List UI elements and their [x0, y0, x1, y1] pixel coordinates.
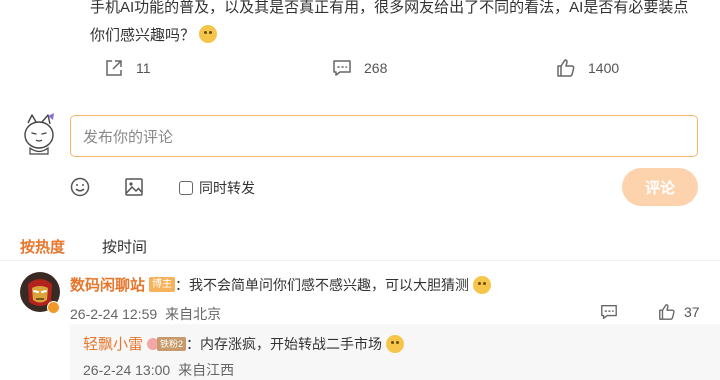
fan-level-badge: 铁粉2	[147, 336, 187, 352]
my-avatar	[20, 113, 58, 155]
reply-username[interactable]: 轻飘小雷	[83, 333, 143, 354]
tab-sort-by-time[interactable]: 按时间	[102, 236, 147, 257]
emoji-picker-button[interactable]	[70, 177, 90, 202]
post-text-line-last: 你们感兴趣吗？	[90, 22, 710, 50]
reply-line: 轻飘小雷 铁粉2 ：内存涨疯，开始转战二手市场	[83, 333, 405, 354]
fan-level-label: 铁粉2	[157, 336, 187, 351]
comment-button[interactable]: 268	[332, 58, 387, 78]
blogger-tag: 博主	[149, 277, 176, 292]
submit-comment-button[interactable]: 评论	[622, 168, 698, 206]
comment-input[interactable]: 发布你的评论	[70, 115, 698, 157]
post-action-bar: 11 268 1400	[0, 56, 720, 82]
comment-username[interactable]: 数码闲聊站	[70, 274, 145, 295]
like-button[interactable]: 1400	[556, 58, 619, 78]
reply-meta: 26-2-24 13:00 来自江西	[83, 360, 234, 380]
reply-button[interactable]	[600, 303, 618, 326]
divider	[0, 260, 720, 261]
doge-emoji-icon	[199, 25, 218, 43]
post-text-line-clipped: 手机AI功能的普及，以及其是否真正有用，很多网友给出了不同的看法，AI是否有必要…	[90, 0, 689, 16]
comment-location: 来自北京	[165, 306, 222, 322]
comment-icon	[333, 60, 351, 76]
verified-badge-icon	[47, 301, 60, 314]
post-text-last: 你们感兴趣吗？	[90, 27, 196, 44]
share-button[interactable]: 11	[104, 58, 151, 78]
comment-meta: 26-2-24 12:59 来自北京	[70, 304, 221, 324]
comment-like-button[interactable]: 37	[658, 303, 700, 321]
image-upload-button[interactable]	[124, 177, 144, 202]
thumbs-up-icon	[557, 59, 575, 77]
share-icon	[106, 60, 122, 76]
reply-location: 来自江西	[178, 362, 235, 378]
reply-text: ：内存涨疯，开始转战二手市场	[186, 335, 383, 352]
share-count: 11	[136, 60, 151, 76]
image-icon	[125, 178, 143, 196]
smiley-icon	[70, 177, 90, 197]
comment-time: 26-2-24 12:59	[70, 306, 158, 322]
comment-icon	[601, 305, 617, 319]
doge-emoji-icon	[473, 275, 492, 294]
comment-like-count: 37	[684, 304, 700, 320]
comment-text: ：我不会简单问你们感不感兴趣，可以大胆猜测	[175, 276, 470, 293]
reply-list: 轻飘小雷 铁粉2 ：内存涨疯，开始转战二手市场 26-2-24 13:00 来自…	[70, 324, 720, 380]
grin-emoji-icon	[386, 334, 405, 353]
repost-label: 同时转发	[199, 180, 255, 196]
comment-line: 数码闲聊站 博主 ：我不会简单问你们感不感兴趣，可以大胆猜测	[70, 274, 492, 295]
reply-time: 26-2-24 13:00	[83, 362, 171, 378]
comment-count: 268	[364, 60, 388, 76]
tab-sort-by-hot[interactable]: 按热度	[20, 236, 65, 257]
thumbs-up-icon	[659, 304, 675, 320]
like-count: 1400	[588, 60, 620, 76]
checkbox-icon	[179, 181, 193, 195]
repost-checkbox[interactable]: 同时转发	[179, 178, 255, 198]
post-text: 手机AI功能的普及，以及其是否真正有用，很多网友给出了不同的看法，AI是否有必要…	[90, 0, 710, 50]
